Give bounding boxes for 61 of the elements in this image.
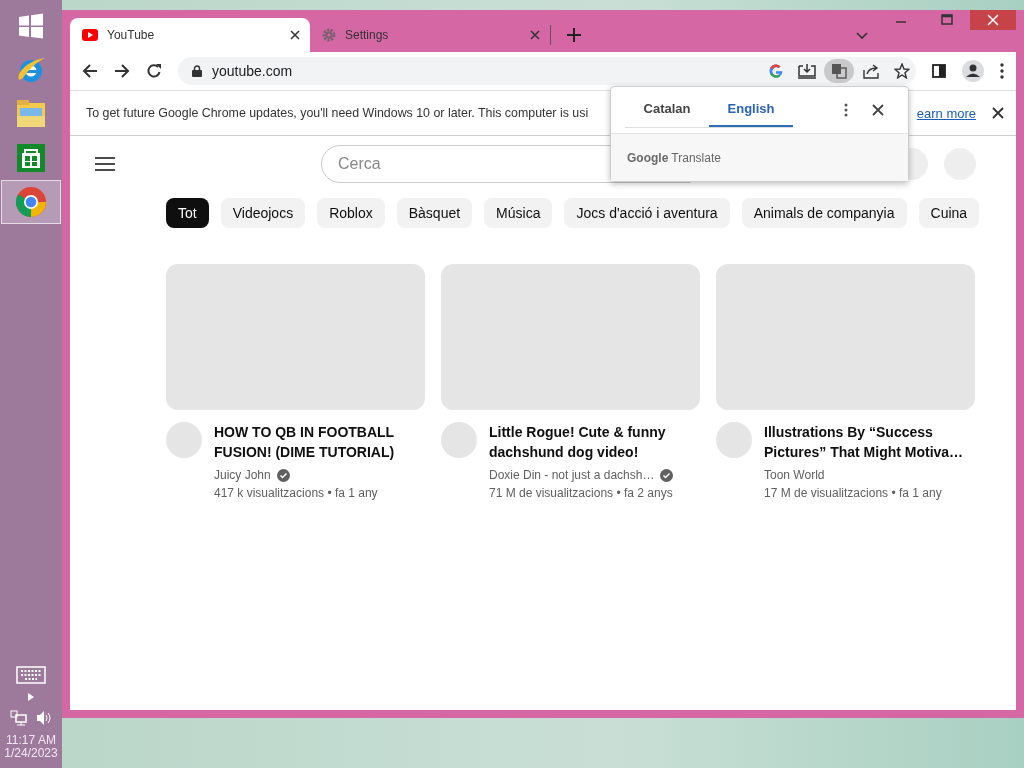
close-icon[interactable] (992, 107, 1004, 119)
update-message: To get future Google Chrome updates, you'll need Windows 10 or later. This computer is usi (86, 106, 589, 120)
video-stats: 71 M de visualitzacions • fa 2 anys (489, 486, 674, 500)
chevron-down-icon[interactable] (856, 32, 868, 40)
install-icon[interactable] (798, 63, 816, 79)
more-icon[interactable] (844, 103, 848, 117)
share-icon[interactable] (862, 63, 880, 79)
video-stats: 17 M de visualitzacions • fa 1 any (764, 486, 943, 500)
learn-more-link[interactable]: earn more (916, 105, 976, 121)
gear-icon (322, 28, 336, 42)
category-chip[interactable]: Roblox (317, 198, 385, 228)
translate-icon[interactable] (824, 59, 854, 83)
video-title[interactable]: HOW TO QB IN FOOTBALL FUSION! (DIME TUTORIAL) (214, 422, 425, 462)
thumbnail-placeholder[interactable] (441, 264, 700, 410)
lock-icon (192, 65, 202, 77)
more-icon[interactable] (1000, 63, 1004, 79)
browser-tab[interactable]: Settings (310, 18, 550, 52)
clock-date: 1/24/2023 (4, 747, 58, 760)
video-stats: 417 k visualitzacions • fa 1 any (214, 486, 379, 500)
channel-name[interactable]: Doxie Din - not just a dachsh… (489, 468, 655, 482)
category-chip[interactable]: Videojocs (220, 198, 306, 228)
channel-name[interactable]: Toon World (764, 468, 825, 482)
play-logo-icon (82, 29, 98, 41)
profile-icon[interactable] (962, 60, 984, 82)
category-chip[interactable]: Música (484, 198, 553, 228)
forward-icon[interactable] (114, 63, 130, 79)
channel-name[interactable]: Juicy John (214, 468, 271, 482)
clock-time: 11:17 AM (6, 734, 56, 747)
network-icon[interactable] (10, 710, 28, 726)
keyboard-icon[interactable] (16, 666, 46, 684)
address-bar[interactable]: youtube.com (178, 57, 916, 85)
category-chip[interactable]: Cuina (918, 198, 980, 228)
speaker-icon[interactable] (36, 710, 52, 726)
taskbar-app[interactable] (1, 180, 61, 224)
category-chip[interactable]: Jocs d'acció i aventura (564, 198, 730, 228)
language-tab[interactable]: Catalan (625, 92, 709, 127)
language-tab[interactable]: English (709, 92, 793, 127)
side-panel-icon[interactable] (932, 64, 946, 78)
thumbnail-placeholder[interactable] (166, 264, 425, 410)
menu-icon[interactable] (95, 156, 115, 172)
chrome-icon (15, 186, 47, 218)
new-tab-icon[interactable] (567, 28, 581, 42)
category-chip[interactable]: Bàsquet (396, 198, 473, 228)
category-chip[interactable]: Tot (166, 198, 209, 228)
thumbnail-placeholder[interactable] (716, 264, 975, 410)
g-logo-icon[interactable] (768, 63, 784, 79)
browser-tab[interactable]: YouTube (70, 18, 310, 52)
folder-icon (15, 99, 47, 129)
video-title[interactable]: Little Rogue! Cute & funny dachshund dog video! (489, 422, 700, 462)
google-wordmark: Google (627, 150, 669, 165)
close-window-icon[interactable] (970, 10, 1016, 30)
category-chip[interactable]: Animals de companyia (741, 198, 907, 228)
star-icon[interactable] (894, 63, 910, 79)
reload-icon[interactable] (146, 63, 162, 79)
close-icon[interactable] (872, 104, 884, 116)
windows-icon (18, 13, 44, 39)
video-title[interactable]: Illustrations By “Success Pictures” That Might Motiva… (764, 422, 975, 462)
back-icon[interactable] (82, 63, 98, 79)
bag-icon (16, 143, 46, 173)
caret-icon[interactable] (27, 692, 35, 702)
close-icon[interactable] (290, 30, 300, 40)
